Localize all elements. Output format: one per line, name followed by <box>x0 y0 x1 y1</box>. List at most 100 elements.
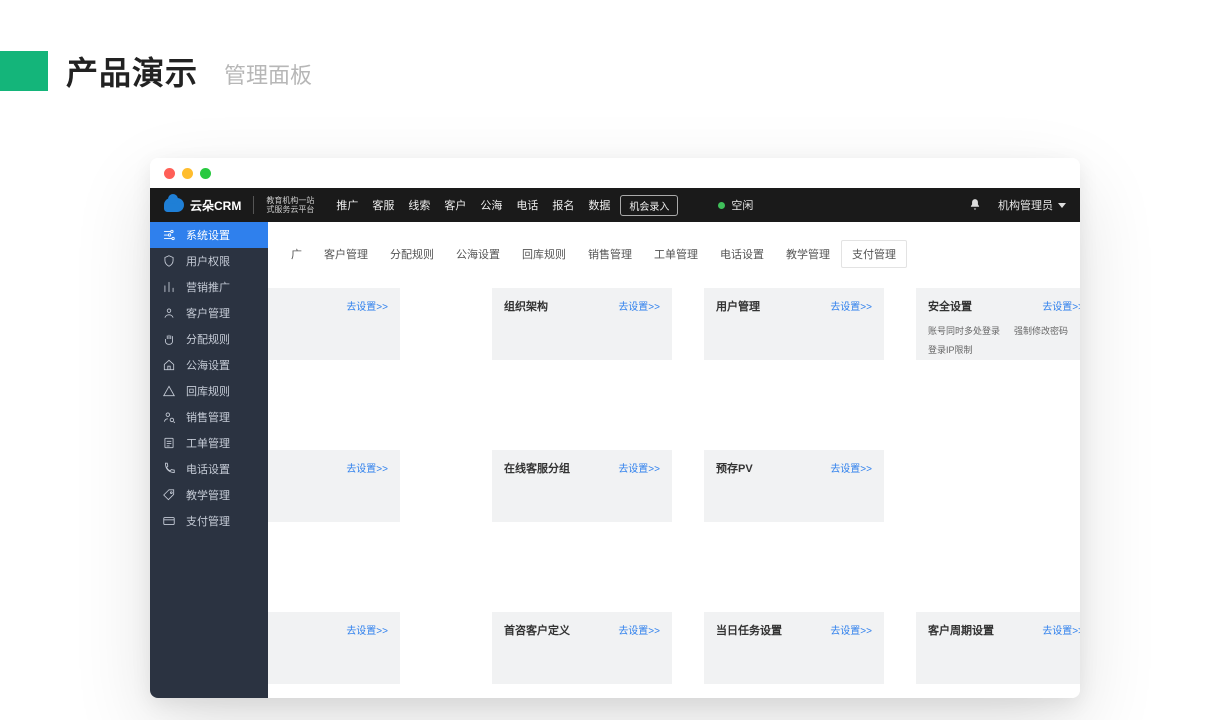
topnav-item[interactable]: 推广 <box>336 197 358 213</box>
tab-item[interactable]: 回库规则 <box>511 240 577 268</box>
user-menu[interactable]: 机构管理员 <box>998 197 1066 213</box>
sidebar-item-perm[interactable]: 用户权限 <box>150 248 268 274</box>
settings-card: 用户管理 去设置>> <box>704 288 884 360</box>
topnav-item[interactable]: 公海 <box>480 197 502 213</box>
go-settings-link[interactable]: 去设置>> <box>618 298 660 313</box>
chevron-down-icon <box>1058 203 1066 208</box>
go-settings-link[interactable]: 去设置>> <box>830 298 872 313</box>
tag-icon <box>162 488 176 502</box>
heading-main: 产品演示 <box>66 48 198 94</box>
card-sub-item: 强制修改密码 <box>1014 324 1068 337</box>
card-sub-item: 账号同时多处登录 <box>928 324 1000 337</box>
card-title: 预存PV <box>716 460 753 476</box>
sidebar-item-label: 电话设置 <box>186 461 230 477</box>
window-minimize-dot[interactable] <box>182 168 193 179</box>
sidebar-item-teach[interactable]: 教学管理 <box>150 482 268 508</box>
user-menu-label: 机构管理员 <box>998 197 1053 213</box>
search-person-icon <box>162 410 176 424</box>
topnav-item[interactable]: 报名 <box>552 197 574 213</box>
card-title: 当日任务设置 <box>716 622 782 638</box>
tab-item[interactable]: 电话设置 <box>709 240 775 268</box>
sliders-icon <box>162 228 176 242</box>
tab-item[interactable]: 教学管理 <box>775 240 841 268</box>
sidebar-item-ticket[interactable]: 工单管理 <box>150 430 268 456</box>
settings-card: 则去设置>> <box>268 612 400 684</box>
cards-grid: 去设置>>组织架构去设置>>用户管理去设置>>安全设置去设置>>账号同时多处登录… <box>268 278 1080 684</box>
sidebar-item-label: 教学管理 <box>186 487 230 503</box>
card-title: 客户周期设置 <box>928 622 994 638</box>
go-settings-link[interactable]: 去设置>> <box>1042 622 1080 637</box>
tab-item[interactable]: 公海设置 <box>445 240 511 268</box>
settings-card: 置去设置>> <box>268 450 400 522</box>
sidebar-item-alloc[interactable]: 分配规则 <box>150 326 268 352</box>
record-entry-button[interactable]: 机会录入 <box>620 195 678 216</box>
card-sub-item: 登录IP限制 <box>928 343 973 356</box>
tab-item[interactable]: 客户管理 <box>313 240 379 268</box>
sidebar-item-label: 公海设置 <box>186 357 230 373</box>
bars-icon <box>162 280 176 294</box>
go-settings-link[interactable]: 去设置>> <box>346 298 388 313</box>
sidebar-item-pay[interactable]: 支付管理 <box>150 508 268 534</box>
phone-icon <box>162 462 176 476</box>
sidebar-item-customer[interactable]: 客户管理 <box>150 300 268 326</box>
person-icon <box>162 306 176 320</box>
card-title: 组织架构 <box>504 298 548 314</box>
status-led-icon <box>718 202 725 209</box>
sidebar-item-market[interactable]: 营销推广 <box>150 274 268 300</box>
card-title: 用户管理 <box>716 298 760 314</box>
tab-item[interactable]: 广 <box>280 240 313 268</box>
brand-divider <box>253 196 254 214</box>
window-chrome <box>150 158 1080 188</box>
topnav: 推广客服线索客户公海电话报名数据 <box>336 197 610 213</box>
sidebar-item-label: 营销推广 <box>186 279 230 295</box>
accent-bar <box>0 51 48 91</box>
tab-item[interactable]: 支付管理 <box>841 240 907 268</box>
tab-item[interactable]: 分配规则 <box>379 240 445 268</box>
tab-item[interactable]: 销售管理 <box>577 240 643 268</box>
go-settings-link[interactable]: 去设置>> <box>346 460 388 475</box>
go-settings-link[interactable]: 去设置>> <box>618 460 660 475</box>
app-body: 系统设置用户权限营销推广客户管理分配规则公海设置回库规则销售管理工单管理电话设置… <box>150 222 1080 698</box>
tabs: 广客户管理分配规则公海设置回库规则销售管理工单管理电话设置教学管理支付管理 <box>268 222 1080 278</box>
triangle-icon <box>162 384 176 398</box>
form-icon <box>162 436 176 450</box>
go-settings-link[interactable]: 去设置>> <box>830 622 872 637</box>
go-settings-link[interactable]: 去设置>> <box>346 622 388 637</box>
settings-card: 当日任务设置 去设置>> <box>704 612 884 684</box>
window-close-dot[interactable] <box>164 168 175 179</box>
sidebar-item-phone[interactable]: 电话设置 <box>150 456 268 482</box>
sidebar-item-label: 分配规则 <box>186 331 230 347</box>
sidebar-item-pool[interactable]: 公海设置 <box>150 352 268 378</box>
brand-slogan: 教育机构一站 式服务云平台 <box>266 196 314 214</box>
go-settings-link[interactable]: 去设置>> <box>1042 298 1080 313</box>
status-indicator: 空闲 <box>718 197 753 213</box>
brand: 云朵CRM 教育机构一站 式服务云平台 <box>164 196 314 214</box>
window-maximize-dot[interactable] <box>200 168 211 179</box>
topnav-item[interactable]: 客户 <box>444 197 466 213</box>
go-settings-link[interactable]: 去设置>> <box>618 622 660 637</box>
sidebar-item-sales[interactable]: 销售管理 <box>150 404 268 430</box>
sidebar-item-label: 用户权限 <box>186 253 230 269</box>
topnav-item[interactable]: 数据 <box>588 197 610 213</box>
card-sub-items: 账号同时多处登录 强制修改密码登录IP限制 <box>928 324 1080 356</box>
house-icon <box>162 358 176 372</box>
sidebar-item-label: 客户管理 <box>186 305 230 321</box>
sidebar-item-system[interactable]: 系统设置 <box>150 222 268 248</box>
notifications-icon[interactable] <box>968 198 982 212</box>
settings-card: 在线客服分组 去设置>> <box>492 450 672 522</box>
card-title: 安全设置 <box>928 298 972 314</box>
topnav-item[interactable]: 客服 <box>372 197 394 213</box>
settings-card: 安全设置 去设置>> 账号同时多处登录 强制修改密码登录IP限制 <box>916 288 1080 360</box>
topbar: 云朵CRM 教育机构一站 式服务云平台 推广客服线索客户公海电话报名数据 机会录… <box>150 188 1080 222</box>
card-title: 在线客服分组 <box>504 460 570 476</box>
topnav-item[interactable]: 线索 <box>408 197 430 213</box>
heading-sub: 管理面板 <box>224 58 312 90</box>
brand-name: 云朵CRM <box>190 197 241 214</box>
go-settings-link[interactable]: 去设置>> <box>830 460 872 475</box>
settings-card: 预存PV 去设置>> <box>704 450 884 522</box>
sidebar-item-label: 回库规则 <box>186 383 230 399</box>
cloud-icon <box>164 198 184 212</box>
topnav-item[interactable]: 电话 <box>516 197 538 213</box>
tab-item[interactable]: 工单管理 <box>643 240 709 268</box>
sidebar-item-return[interactable]: 回库规则 <box>150 378 268 404</box>
